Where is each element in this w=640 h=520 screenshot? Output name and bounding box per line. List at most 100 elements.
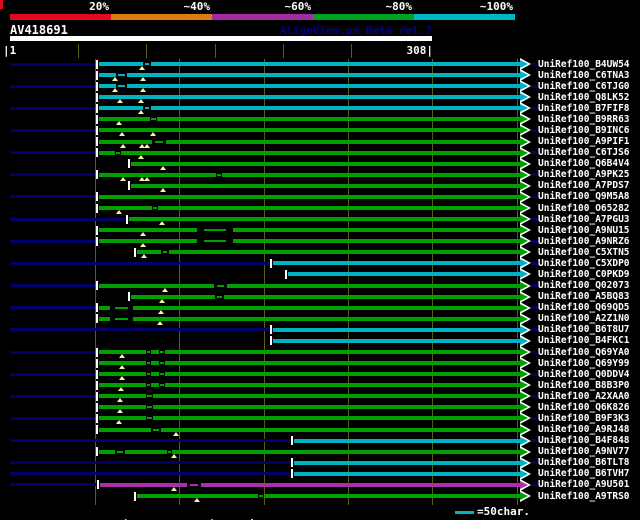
alignment-bar-segment[interactable] <box>99 106 143 111</box>
alignment-bar-segment[interactable] <box>151 383 159 388</box>
alignment-bar-segment[interactable] <box>99 172 216 177</box>
subject-label[interactable]: UniRef100_A9TRS0 <box>538 491 630 502</box>
subject-label[interactable]: UniRef100_B9RR63 <box>538 114 630 125</box>
alignment-bar-segment[interactable] <box>99 150 115 155</box>
alignment-bar-segment[interactable] <box>294 438 520 443</box>
subject-label[interactable]: UniRef100_A9PIF1 <box>538 136 630 147</box>
alignment-bar-segment[interactable] <box>127 84 520 89</box>
subject-label[interactable]: UniRef100_C6TJS6 <box>538 147 630 158</box>
subject-label[interactable]: UniRef100_B9INC6 <box>538 125 630 136</box>
subject-label[interactable]: UniRef100_B6TLT8 <box>538 457 630 468</box>
subject-label[interactable]: UniRef100_C6TJG0 <box>538 81 630 92</box>
subject-label[interactable]: UniRef100_B7FIF8 <box>538 103 630 114</box>
subject-label[interactable]: UniRef100_A7PDS7 <box>538 180 630 191</box>
subject-label[interactable]: UniRef100_B6T8U7 <box>538 324 630 335</box>
alignment-bar-segment[interactable] <box>294 460 520 465</box>
alignment-bar-segment[interactable] <box>227 283 520 288</box>
alignment-bar-segment[interactable] <box>161 427 520 432</box>
alignment-bar-segment[interactable] <box>151 361 159 366</box>
alignment-bar-segment[interactable] <box>133 305 520 310</box>
alignment-bar-segment[interactable] <box>127 73 520 78</box>
alignment-bar-segment[interactable] <box>99 117 150 122</box>
subject-label[interactable]: UniRef100_Q69YA0 <box>538 347 630 358</box>
alignment-bar-segment[interactable] <box>264 494 520 498</box>
alignment-bar-segment[interactable] <box>99 283 214 288</box>
subject-label[interactable]: UniRef100_A9NU15 <box>538 225 630 236</box>
subject-label[interactable]: UniRef100_A2XAA0 <box>538 391 630 402</box>
subject-label[interactable]: UniRef100_Q02073 <box>538 280 630 291</box>
subject-label[interactable]: UniRef100_C5XTN5 <box>538 247 630 258</box>
alignment-bar-segment[interactable] <box>153 416 520 421</box>
subject-label[interactable]: UniRef100_Q6K826 <box>538 402 630 413</box>
subject-label[interactable]: UniRef100_A9NV77 <box>538 446 630 457</box>
alignment-bar-segment[interactable] <box>224 294 520 299</box>
alignment-bar-segment[interactable] <box>99 316 110 321</box>
subject-label[interactable]: UniRef100_Q0DDV4 <box>538 369 630 380</box>
alignment-bar-segment[interactable] <box>165 383 520 388</box>
subject-label[interactable]: UniRef100_A9U501 <box>538 479 630 490</box>
alignment-bar-segment[interactable] <box>158 206 520 210</box>
alignment-bar-segment[interactable] <box>151 350 159 354</box>
alignment-bar-segment[interactable] <box>121 150 520 155</box>
subject-label[interactable]: UniRef100_A2Z1N0 <box>538 313 630 324</box>
alignment-bar-segment[interactable] <box>99 305 110 310</box>
subject-label[interactable]: UniRef100_C6TNA3 <box>538 70 630 81</box>
subject-label[interactable]: UniRef100_Q8LK52 <box>538 92 630 103</box>
alignment-bar-segment[interactable] <box>222 172 520 177</box>
alignment-bar-segment[interactable] <box>153 394 520 399</box>
alignment-bar-segment[interactable] <box>133 316 520 321</box>
alignment-bar-segment[interactable] <box>151 62 520 66</box>
alignment-bar-segment[interactable] <box>99 95 520 100</box>
alignment-bar-segment[interactable] <box>99 416 146 421</box>
alignment-bar-segment[interactable] <box>99 449 115 454</box>
subject-label[interactable]: UniRef100_C0PKD9 <box>538 269 630 280</box>
alignment-bar-segment[interactable] <box>288 272 520 277</box>
alignment-bar-segment[interactable] <box>131 183 520 188</box>
subject-label[interactable]: UniRef100_A9PK25 <box>538 169 630 180</box>
subject-label[interactable]: UniRef100_B8B3P0 <box>538 380 630 391</box>
subject-label[interactable]: UniRef100_A5BQ83 <box>538 291 630 302</box>
subject-label[interactable]: UniRef100_Q69QD5 <box>538 302 630 313</box>
alignment-bar-segment[interactable] <box>201 482 520 487</box>
alignment-bar-segment[interactable] <box>151 372 159 377</box>
alignment-bar-segment[interactable] <box>294 471 520 476</box>
alignment-bar-segment[interactable] <box>172 449 520 454</box>
subject-label[interactable]: UniRef100_Q6B4V4 <box>538 158 630 169</box>
alignment-bar-segment[interactable] <box>99 62 143 66</box>
alignment-bar-segment[interactable] <box>99 228 197 233</box>
alignment-bar-segment[interactable] <box>131 294 215 299</box>
alignment-bar-segment[interactable] <box>233 239 520 244</box>
alignment-bar-segment[interactable] <box>99 239 197 244</box>
subject-label[interactable]: UniRef100_A9RJ48 <box>538 424 630 435</box>
alignment-bar-segment[interactable] <box>165 350 520 354</box>
alignment-bar-segment[interactable] <box>273 327 520 332</box>
alignment-bar-segment[interactable] <box>99 194 520 199</box>
alignment-bar-segment[interactable] <box>165 372 520 377</box>
alignment-bar-segment[interactable] <box>125 449 167 454</box>
alignment-bar-segment[interactable] <box>153 405 520 410</box>
alignment-bar-segment[interactable] <box>166 139 520 144</box>
alignment-bar-segment[interactable] <box>151 106 520 111</box>
alignment-bar-segment[interactable] <box>273 338 520 343</box>
subject-label[interactable]: UniRef100_B6TVH7 <box>538 468 630 479</box>
alignment-bar-segment[interactable] <box>99 206 152 210</box>
subject-label[interactable]: UniRef100_A9NRZ6 <box>538 236 630 247</box>
subject-label[interactable]: UniRef100_A7PGU3 <box>538 214 630 225</box>
alignment-bar-segment[interactable] <box>129 217 520 222</box>
alignment-bar-segment[interactable] <box>273 261 520 266</box>
subject-label[interactable]: UniRef100_B4UW54 <box>538 59 630 70</box>
subject-label[interactable]: UniRef100_Q69Y99 <box>538 358 630 369</box>
subject-label[interactable]: UniRef100_C5XDP0 <box>538 258 630 269</box>
alignment-bar-segment[interactable] <box>233 228 520 233</box>
subject-label[interactable]: UniRef100_O65282 <box>538 203 630 214</box>
alignment-bar-segment[interactable] <box>99 427 151 432</box>
alignment-bar-segment[interactable] <box>169 250 520 255</box>
alignment-bar-segment[interactable] <box>165 361 520 366</box>
subject-label[interactable]: UniRef100_B4F848 <box>538 435 630 446</box>
alignment-bar-segment[interactable] <box>157 117 520 122</box>
alignment-bar-segment[interactable] <box>131 161 520 166</box>
subject-label[interactable]: UniRef100_Q9M5A8 <box>538 191 630 202</box>
subject-label[interactable]: UniRef100_B4FKC1 <box>538 335 630 346</box>
alignment-bar-segment[interactable] <box>99 128 520 133</box>
subject-label[interactable]: UniRef100_B9F3K3 <box>538 413 630 424</box>
